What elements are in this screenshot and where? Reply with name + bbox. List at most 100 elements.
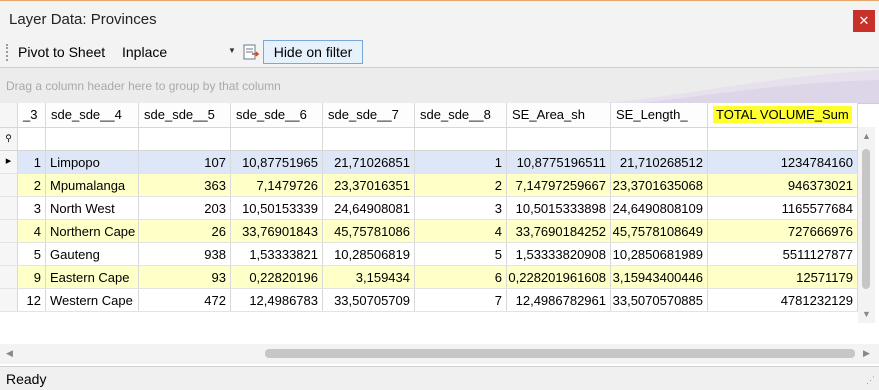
table-cell[interactable]: 12,4986782961: [507, 289, 611, 311]
table-row[interactable]: 12 Western Cape 472 12,4986783 33,50705709 7 1…: [0, 289, 858, 312]
table-cell[interactable]: 12571179: [708, 266, 858, 288]
table-cell[interactable]: 1,53333821: [231, 243, 323, 265]
column-header[interactable]: _3: [18, 103, 46, 127]
table-cell[interactable]: 10,28506819: [323, 243, 415, 265]
table-cell[interactable]: 5: [18, 243, 46, 265]
table-row[interactable]: 9 Eastern Cape 93 0,22820196 3,159434 6 0,2282…: [0, 266, 858, 289]
table-cell[interactable]: 7,1479726: [231, 174, 323, 196]
table-cell[interactable]: Mpumalanga: [46, 174, 139, 196]
table-cell[interactable]: 23,3701635068: [611, 174, 708, 196]
table-cell[interactable]: 26: [139, 220, 231, 242]
table-cell[interactable]: Limpopo: [46, 151, 139, 173]
table-cell[interactable]: 33,50705709: [323, 289, 415, 311]
table-cell[interactable]: 4781232129: [708, 289, 858, 311]
filter-cell[interactable]: [46, 128, 139, 150]
table-cell[interactable]: 5: [415, 243, 507, 265]
table-cell[interactable]: 4: [415, 220, 507, 242]
group-by-panel[interactable]: Drag a column header here to group by th…: [0, 68, 879, 104]
pivot-to-sheet-button[interactable]: Pivot to Sheet: [18, 44, 105, 60]
table-cell[interactable]: 7: [415, 289, 507, 311]
column-header[interactable]: sde_sde__5: [139, 103, 231, 127]
filter-icon[interactable]: ⚲: [0, 128, 18, 150]
row-indicator[interactable]: [0, 289, 18, 311]
table-cell[interactable]: 107: [139, 151, 231, 173]
table-cell[interactable]: 10,87751965: [231, 151, 323, 173]
table-cell[interactable]: 363: [139, 174, 231, 196]
column-header[interactable]: sde_sde__6: [231, 103, 323, 127]
filter-cell[interactable]: [231, 128, 323, 150]
column-header[interactable]: SE_Area_sh: [507, 103, 611, 127]
table-cell[interactable]: 33,76901843: [231, 220, 323, 242]
table-cell[interactable]: 9: [18, 266, 46, 288]
table-cell[interactable]: 1: [18, 151, 46, 173]
column-header[interactable]: TOTAL VOLUME_Sum: [708, 103, 858, 127]
table-cell[interactable]: 10,50153339: [231, 197, 323, 219]
column-header[interactable]: sde_sde__7: [323, 103, 415, 127]
table-cell[interactable]: 10,2850681989: [611, 243, 708, 265]
table-cell[interactable]: 93: [139, 266, 231, 288]
table-row[interactable]: 3 North West 203 10,50153339 24,64908081 3 10,…: [0, 197, 858, 220]
table-cell[interactable]: 3,15943400446: [611, 266, 708, 288]
table-cell[interactable]: 1,53333820908: [507, 243, 611, 265]
table-cell[interactable]: 33,7690184252: [507, 220, 611, 242]
table-cell[interactable]: 2: [415, 174, 507, 196]
close-button[interactable]: ✕: [853, 10, 875, 32]
table-cell[interactable]: 0,22820196: [231, 266, 323, 288]
column-header[interactable]: sde_sde__8: [415, 103, 507, 127]
row-indicator[interactable]: [0, 266, 18, 288]
horizontal-scroll-thumb[interactable]: [265, 349, 855, 358]
horizontal-scrollbar[interactable]: ◀ ▶: [0, 344, 879, 364]
table-cell[interactable]: 45,7578108649: [611, 220, 708, 242]
filter-cell[interactable]: [415, 128, 507, 150]
table-cell[interactable]: 24,64908081: [323, 197, 415, 219]
table-cell[interactable]: 23,37016351: [323, 174, 415, 196]
filter-cell[interactable]: [18, 128, 46, 150]
scroll-left-icon[interactable]: ◀: [6, 348, 13, 359]
toolbar-grip[interactable]: [6, 44, 10, 61]
table-cell[interactable]: 472: [139, 289, 231, 311]
current-row-indicator-icon[interactable]: ▸: [0, 151, 18, 173]
dropdown-arrow-icon[interactable]: ▼: [228, 46, 236, 55]
table-cell[interactable]: 946373021: [708, 174, 858, 196]
table-row[interactable]: 5 Gauteng 938 1,53333821 10,28506819 5 1,53333…: [0, 243, 858, 266]
table-cell[interactable]: North West: [46, 197, 139, 219]
table-cell[interactable]: 12: [18, 289, 46, 311]
hide-on-filter-button[interactable]: Hide on filter: [263, 40, 363, 64]
table-cell[interactable]: Western Cape: [46, 289, 139, 311]
filter-cell[interactable]: [611, 128, 708, 150]
filter-cell[interactable]: [507, 128, 611, 150]
table-cell[interactable]: 938: [139, 243, 231, 265]
table-cell[interactable]: 21,71026851: [323, 151, 415, 173]
column-header[interactable]: sde_sde__4: [46, 103, 139, 127]
row-indicator[interactable]: [0, 243, 18, 265]
table-row[interactable]: ▸ 1 Limpopo 107 10,87751965 21,71026851 1 10,87…: [0, 151, 858, 174]
table-cell[interactable]: 1: [415, 151, 507, 173]
table-cell[interactable]: 3: [415, 197, 507, 219]
table-cell[interactable]: 10,8775196511: [507, 151, 611, 173]
filter-cell[interactable]: [708, 128, 858, 150]
table-row[interactable]: 2 Mpumalanga 363 7,1479726 23,37016351 2 7,147…: [0, 174, 858, 197]
table-cell[interactable]: 33,5070570885: [611, 289, 708, 311]
table-cell[interactable]: 3: [18, 197, 46, 219]
table-cell[interactable]: Northern Cape: [46, 220, 139, 242]
export-sheet-icon[interactable]: [243, 43, 259, 61]
vertical-scrollbar[interactable]: ▲ ▼: [858, 127, 875, 323]
table-cell[interactable]: 4: [18, 220, 46, 242]
table-cell[interactable]: 5511127877: [708, 243, 858, 265]
table-cell[interactable]: Eastern Cape: [46, 266, 139, 288]
filter-cell[interactable]: [323, 128, 415, 150]
table-cell[interactable]: 7,14797259667: [507, 174, 611, 196]
resize-grip-icon[interactable]: ⋰: [866, 375, 875, 386]
mode-dropdown[interactable]: Inplace ▼: [118, 42, 240, 63]
scroll-down-icon[interactable]: ▼: [862, 309, 871, 319]
column-header[interactable]: SE_Length_: [611, 103, 708, 127]
filter-cell[interactable]: [139, 128, 231, 150]
table-row[interactable]: 4 Northern Cape 26 33,76901843 45,75781086 4 3…: [0, 220, 858, 243]
row-indicator[interactable]: [0, 197, 18, 219]
table-cell[interactable]: 1165577684: [708, 197, 858, 219]
table-cell[interactable]: 6: [415, 266, 507, 288]
table-cell[interactable]: 0,228201961608: [507, 266, 611, 288]
scroll-up-icon[interactable]: ▲: [862, 131, 871, 141]
vertical-scroll-thumb[interactable]: [862, 149, 870, 289]
table-cell[interactable]: 12,4986783: [231, 289, 323, 311]
